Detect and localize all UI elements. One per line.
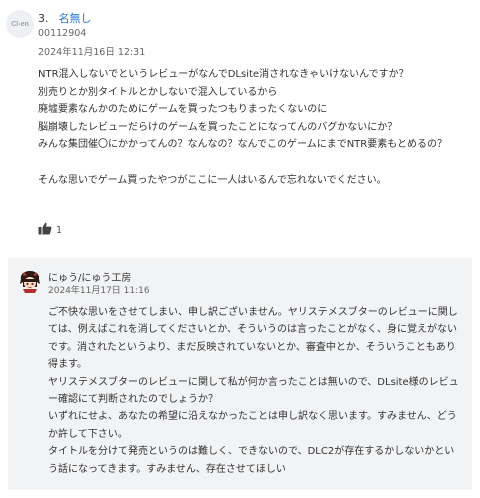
reply-body: ご不快な思いをさせてしまい、申し訳ございません。ヤリステメスブターのレビューに関… xyxy=(48,304,464,478)
comment-line: 廃墟要素なんかのためにゲームを買ったつもりまったくないのに xyxy=(38,104,328,116)
commenter-avatar[interactable]: CI-en xyxy=(6,10,34,38)
comment-body: NTR混入しないでというレビューがなんでDLsite消されなきゃいけないんですか… xyxy=(38,66,468,189)
comment-line: 脳崩壊したレビューだらけのゲームを買ったことになってんのバグかないにか？ xyxy=(38,121,398,133)
comment-line: 別売りとか別タイトルとかしないで混入しているから xyxy=(38,86,278,98)
comment-line: NTR混入しないでというレビューがなんでDLsite消されなきゃいけないんですか… xyxy=(38,69,409,80)
reply-line: タイトルを分けて発売というのは難しく、できないので、DLC2が存在するかしないか… xyxy=(48,446,455,475)
comment-header: 3. 名無し xyxy=(38,10,92,26)
comment-line: みんな集団催〇にかかってんの？なんなの？なんでこのゲームにまでNTR要素もとめる… xyxy=(38,139,448,151)
comment-number: 3. xyxy=(38,12,49,25)
comment-line: そんな思いでゲーム買ったやつがここに一人はいるんで忘れないでください。 xyxy=(38,174,387,186)
creator-avatar[interactable] xyxy=(18,270,42,294)
creator-reply: にゅう/にゅう工房 2024年11月17日 11:16 ご不快な思いをさせてしま… xyxy=(8,258,472,490)
reply-line: ご不快な思いをさせてしまい、申し訳ございません。ヤリステメスブターのレビューに関… xyxy=(48,307,458,371)
reply-author[interactable]: にゅう/にゅう工房 xyxy=(48,269,131,284)
reply-line: ヤリステメスブターのレビューに関して私が何か言ったことは無いので、DLsite様… xyxy=(48,376,459,406)
like-button[interactable]: 1 xyxy=(38,222,62,238)
comment-author-link[interactable]: 名無し xyxy=(59,12,92,25)
thumbs-up-icon xyxy=(38,222,52,238)
reply-date: 2024年11月17日 11:16 xyxy=(48,286,150,296)
comment-date: 2024年11月16日 12:31 xyxy=(38,47,146,58)
comment-user-id: 00112904 xyxy=(38,28,87,39)
like-count: 1 xyxy=(56,224,63,236)
reply-line: いずれにせよ、あなたの希望に沿えなかったことは申し訳なく思います。すみません、ど… xyxy=(48,411,457,440)
